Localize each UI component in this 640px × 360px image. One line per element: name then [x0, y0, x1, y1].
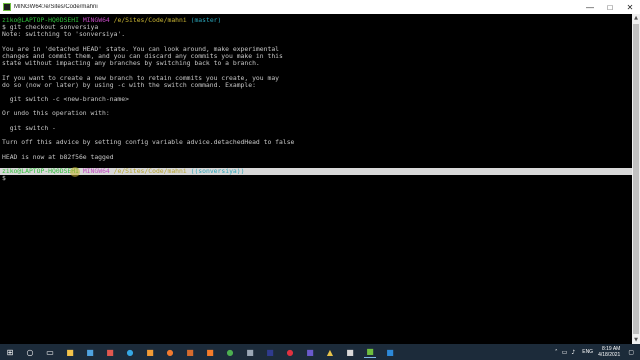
prompt-shell: MINGW64: [82, 166, 110, 175]
terminal-output[interactable]: ziko@LAPTOP-HQ0DSEHI MINGW64 /e/Sites/Co…: [0, 14, 632, 344]
window-controls: — □ ✕: [580, 0, 640, 14]
volume-icon[interactable]: ♪: [571, 349, 575, 356]
system-tray: ˄ ▭ ♪ ENG 8:19 AM 4/18/2021 ▢: [553, 344, 636, 360]
scroll-thumb[interactable]: [633, 24, 639, 334]
prompt-branch: ((sonversiya)): [190, 166, 245, 175]
obs-icon[interactable]: ■: [244, 346, 256, 358]
mouse-cursor-highlight: [70, 167, 80, 177]
mingw-app-icon: [3, 3, 11, 11]
media-icon[interactable]: ■: [104, 346, 116, 358]
vertical-scrollbar[interactable]: ▲ ▼: [632, 14, 640, 344]
scroll-down-arrow-icon[interactable]: ▼: [632, 336, 640, 344]
chevron-up-icon[interactable]: ˄: [555, 349, 558, 356]
app3-icon[interactable]: ▲: [324, 346, 336, 358]
scroll-up-arrow-icon[interactable]: ▲: [632, 14, 640, 22]
task-view-icon[interactable]: ▭: [44, 346, 56, 358]
terminal-icon[interactable]: ■: [364, 346, 376, 358]
terminal-line: git switch -: [2, 123, 56, 132]
terminal-line: Turn off this advice by setting config v…: [2, 138, 295, 147]
sublime-icon[interactable]: ■: [144, 346, 156, 358]
clock-date: 4/18/2021: [598, 352, 621, 358]
highlighted-prompt-line: ziko@LAPTOP-HQ0DSEHI MINGW64 /e/Sites/Co…: [0, 166, 632, 176]
terminal-line: state without impacting any branches by …: [2, 59, 260, 68]
window-title: MINGW64:/e/Sites/Code/mahni: [14, 4, 98, 10]
opera-icon[interactable]: ●: [284, 346, 296, 358]
file-explorer-icon[interactable]: ■: [64, 346, 76, 358]
photoshop-icon[interactable]: ■: [184, 346, 196, 358]
minimize-button[interactable]: —: [580, 0, 600, 14]
prompt-path: /e/Sites/Code/mahni: [113, 16, 187, 24]
prompt-path: /e/Sites/Code/mahni: [113, 166, 187, 175]
close-button[interactable]: ✕: [620, 0, 640, 14]
network-icon[interactable]: ▭: [562, 349, 568, 356]
terminal-line: HEAD is now at b82f56e tagged: [2, 152, 114, 161]
prompt-branch: (master): [190, 16, 222, 24]
vscode-icon[interactable]: ■: [384, 346, 396, 358]
notification-icon[interactable]: ▢: [628, 349, 634, 356]
edge-icon[interactable]: ●: [124, 346, 136, 358]
app-icon[interactable]: ■: [264, 346, 276, 358]
terminal-line: Note: switching to 'sonversiya'.: [2, 30, 126, 39]
chrome-icon[interactable]: ●: [224, 346, 236, 358]
store-icon[interactable]: ■: [84, 346, 96, 358]
xampp-icon[interactable]: ■: [204, 346, 216, 358]
app2-icon[interactable]: ■: [304, 346, 316, 358]
terminal-line: git switch -c <new-branch-name>: [2, 95, 129, 104]
windows-start-icon[interactable]: ⊞: [4, 346, 16, 358]
search-icon[interactable]: ○: [24, 346, 36, 358]
app4-icon[interactable]: ■: [344, 346, 356, 358]
maximize-button[interactable]: □: [600, 0, 620, 14]
firefox-icon[interactable]: ●: [164, 346, 176, 358]
clock[interactable]: 8:19 AM 4/18/2021: [598, 346, 620, 358]
terminal-line: Or undo this operation with:: [2, 109, 110, 118]
terminal-line: do so (now or later) by using -c with th…: [2, 80, 256, 89]
input-prompt[interactable]: $: [2, 174, 632, 182]
taskbar: ⊞ ○ ▭ ■ ■ ■ ● ■ ● ■ ■ ● ■ ■ ● ■ ▲ ■ ■ ■ …: [0, 344, 640, 360]
language-indicator[interactable]: ENG: [582, 349, 593, 355]
window-titlebar[interactable]: MINGW64:/e/Sites/Code/mahni — □ ✕: [0, 0, 640, 14]
